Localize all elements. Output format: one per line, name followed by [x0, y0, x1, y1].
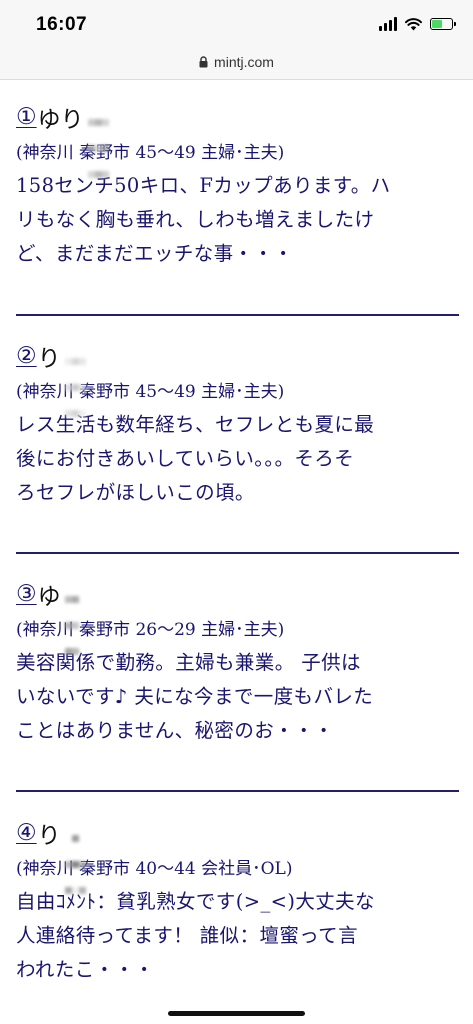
- profile-description-line: ことはありません、秘密のお・・・: [16, 719, 334, 742]
- profile-description-line: 美容関係で勤務。主婦も兼業。 子供は: [16, 651, 361, 674]
- wifi-icon: [405, 17, 422, 30]
- battery-icon: [430, 18, 456, 30]
- entry-divider: [16, 552, 459, 554]
- blurred-name-image: [64, 822, 86, 894]
- profile-name: ゆり: [37, 107, 84, 133]
- profile-description-line: ど、まだまだエッチな事・・・: [16, 242, 294, 265]
- profile-list: ① ゆり (神奈川 秦野市 45〜49 主婦･主夫) 158センチ50キロ、Fカ…: [0, 80, 473, 1024]
- entry-number-link[interactable]: ①: [16, 104, 37, 130]
- profile-meta: (神奈川 秦野市 26〜29 主婦･主夫): [16, 620, 285, 640]
- url-domain: mintj.com: [214, 53, 274, 70]
- entry-header: ① ゆり: [16, 97, 459, 178]
- lock-icon: [199, 55, 208, 67]
- profile-description-line: われたこ・・・: [16, 958, 155, 981]
- entry-header: ④ り: [16, 813, 459, 894]
- blurred-name-image: [64, 345, 86, 417]
- entry-divider: [16, 314, 459, 316]
- blurred-name-image: [87, 106, 109, 178]
- entry-header: ③ ゆ: [16, 574, 459, 655]
- profile-name: ゆ: [37, 584, 61, 610]
- profile-description-line: 158センチ50キロ、Fカップあります。ハ: [16, 174, 391, 197]
- profile-name: り: [37, 346, 61, 372]
- profile-description-line: 後にお付きあいしていらい。。。そろそ: [16, 447, 355, 470]
- home-indicator[interactable]: [168, 1011, 305, 1016]
- profile-entry[interactable]: ④ り (神奈川 秦野市 40〜44 会社員･OL) 自由ｺﾒﾝﾄ：貧乳熟女です…: [16, 813, 459, 987]
- entry-number-link[interactable]: ②: [16, 343, 37, 369]
- entry-number-link[interactable]: ③: [16, 581, 37, 607]
- address-bar[interactable]: mintj.com: [0, 44, 473, 80]
- entry-header: ② り: [16, 336, 459, 417]
- profile-name: り: [37, 823, 61, 849]
- profile-entry[interactable]: ② り (神奈川 秦野市 45〜49 主婦･主夫) レス生活も数年経ち、セフレと…: [16, 336, 459, 510]
- status-time: 16:07: [36, 14, 88, 35]
- entry-number-link[interactable]: ④: [16, 820, 37, 846]
- blurred-name-image: [64, 583, 79, 655]
- status-icons: [379, 16, 456, 32]
- profile-description-line: リもなく胸も垂れ、しわも増えましたけ: [16, 208, 375, 231]
- profile-description-line: 人連絡待ってます！ 誰似：壇蜜って言: [16, 924, 358, 947]
- status-bar: 16:07: [0, 0, 473, 44]
- profile-meta: (神奈川 秦野市 45〜49 主婦･主夫): [16, 143, 285, 163]
- profile-entry[interactable]: ③ ゆ (神奈川 秦野市 26〜29 主婦･主夫) 美容関係で勤務。主婦も兼業。…: [16, 574, 459, 748]
- profile-description-line: ろセフレがほしいこの頃。: [16, 481, 255, 504]
- entry-divider: [16, 790, 459, 792]
- cellular-signal-icon: [379, 17, 397, 31]
- profile-entry[interactable]: ① ゆり (神奈川 秦野市 45〜49 主婦･主夫) 158センチ50キロ、Fカ…: [16, 97, 459, 271]
- profile-description-line: いないです♪ 夫にな今まで一度もバレた: [16, 685, 374, 708]
